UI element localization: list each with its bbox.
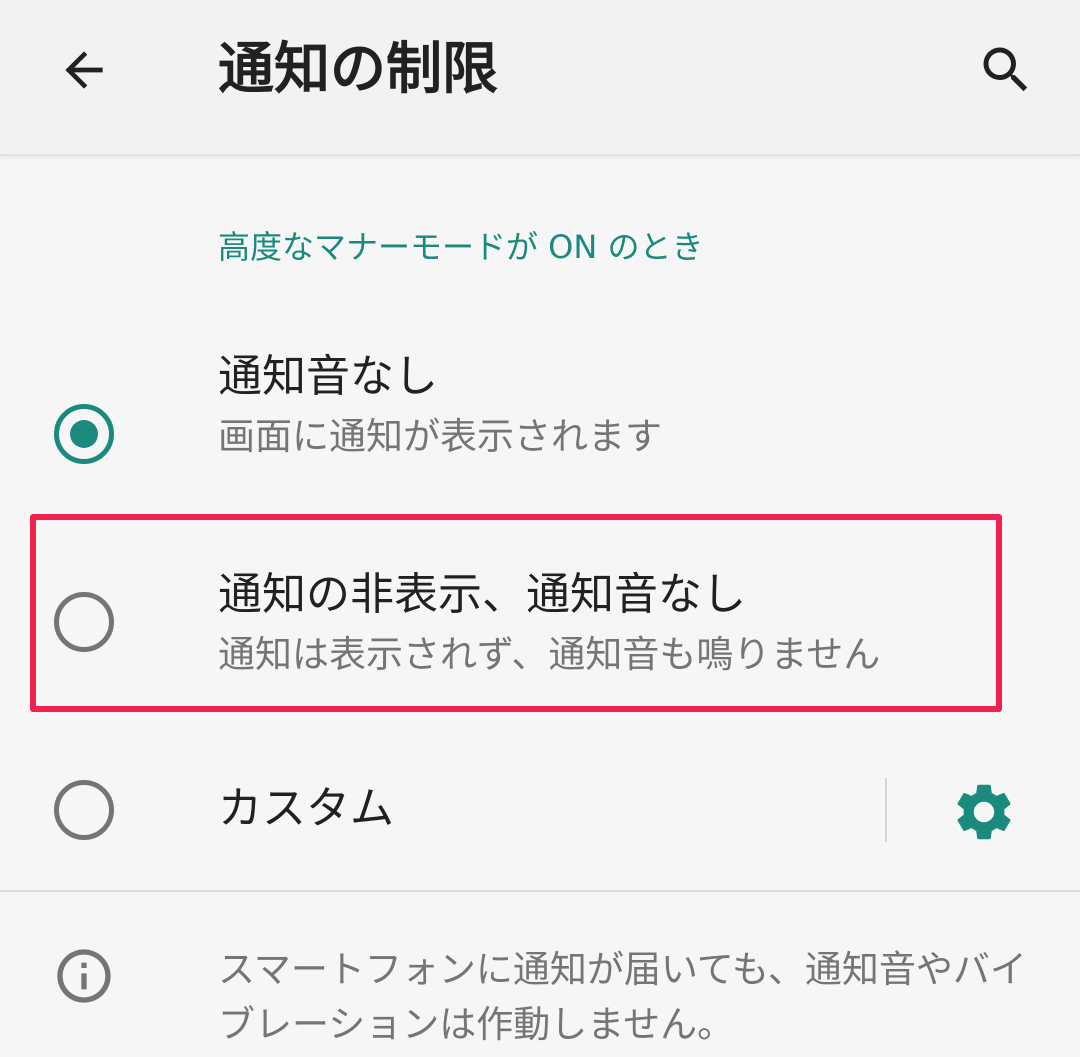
custom-settings-button[interactable]	[946, 774, 1022, 850]
back-button[interactable]	[44, 30, 124, 110]
vertical-divider	[885, 778, 887, 842]
option-custom[interactable]: カスタム	[0, 770, 1080, 860]
radio-button-selected[interactable]	[54, 404, 114, 464]
app-bar: 通知の制限	[0, 0, 1080, 156]
section-header: 高度なマナーモードが ON のとき	[218, 228, 704, 266]
option-title: 通知の非表示、通知音なし	[218, 569, 746, 620]
info-description: スマートフォンに通知が届いても、通知音やバイブレーションは作動しません。	[218, 948, 1027, 1046]
radio-button[interactable]	[54, 592, 114, 652]
page-title: 通知の制限	[218, 37, 498, 102]
radio-button[interactable]	[54, 780, 114, 840]
option-no-sound[interactable]: 通知音なし 画面に通知が表示されます	[0, 340, 1080, 490]
info-icon	[52, 944, 116, 1008]
option-summary: 通知は表示されず、通知音も鳴りません	[218, 633, 881, 676]
option-hide-and-mute[interactable]: 通知の非表示、通知音なし 通知は表示されず、通知音も鳴りません	[0, 560, 1080, 710]
arrow-back-icon	[65, 51, 103, 89]
search-button[interactable]	[966, 30, 1046, 110]
option-title: カスタム	[218, 783, 394, 834]
section-divider	[0, 890, 1080, 892]
option-title: 通知音なし	[218, 351, 438, 402]
gear-icon	[957, 784, 1011, 840]
search-icon	[983, 47, 1028, 92]
option-summary: 画面に通知が表示されます	[218, 415, 662, 458]
notification-restriction-screen: 通知の制限 高度なマナーモードが ON のとき 通知音なし 画面に通知が表示され…	[0, 0, 1080, 1057]
